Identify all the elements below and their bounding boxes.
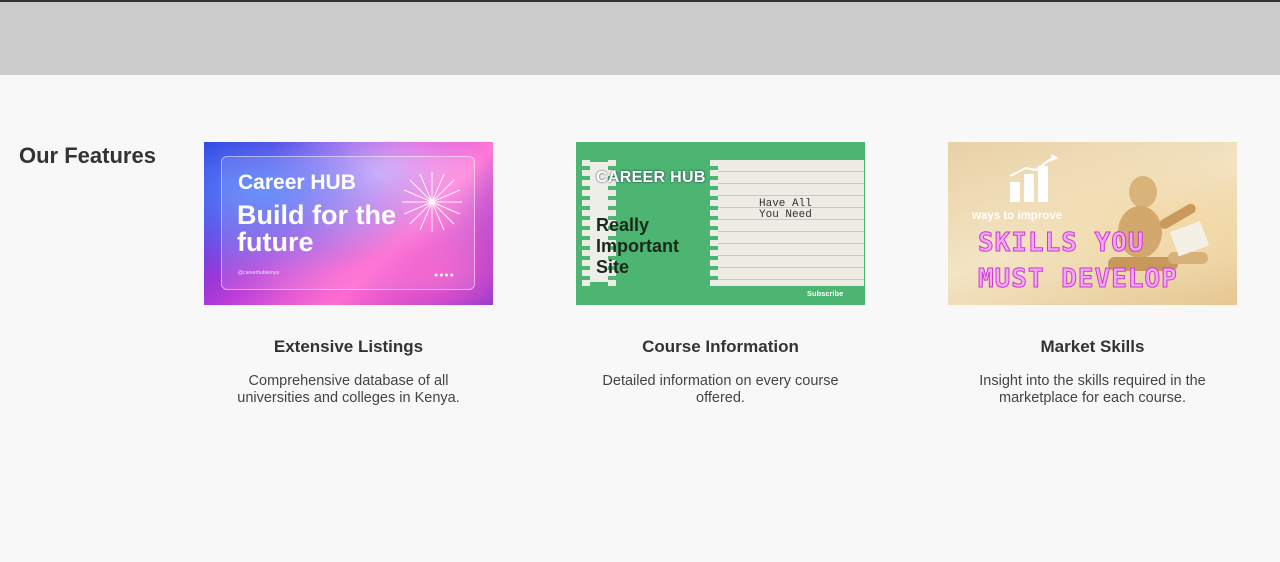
feature-card-extensive-listings: Career HUB Build for the future @careerh… — [204, 142, 493, 407]
feature-title: Course Information — [642, 337, 799, 356]
image-heading: Career HUB — [238, 171, 356, 194]
feature-image-career-hub-notes: CAREER HUB Really Important Site Have Al… — [576, 142, 865, 305]
image-heading: CAREER HUB — [596, 169, 706, 186]
feature-card-course-information: CAREER HUB Really Important Site Have Al… — [576, 142, 865, 407]
image-tagline: SKILLS YOU MUST DEVELOP — [978, 228, 1178, 295]
feature-description: Comprehensive database of all universiti… — [237, 373, 460, 406]
feature-image-career-hub: Career HUB Build for the future @careerh… — [204, 142, 493, 305]
image-heading: ways to improve — [972, 210, 1063, 222]
feature-title: Market Skills — [1040, 337, 1145, 356]
image-tagline: Really Important Site — [596, 215, 679, 277]
feature-title: Extensive Listings — [273, 337, 424, 356]
bar-chart-icon — [1009, 154, 1058, 202]
image-tagline: Build for the future — [237, 200, 396, 257]
image-dots: ●●●● — [434, 272, 455, 279]
torn-edge-left — [582, 160, 590, 286]
feature-image-skills: ways to improve SKILLS YOU MUST DEVELOP — [948, 142, 1237, 305]
header-bar — [0, 0, 1280, 75]
feature-description: Detailed information on every course off… — [602, 373, 839, 406]
feature-card-market-skills: ways to improve SKILLS YOU MUST DEVELOP … — [948, 142, 1237, 407]
image-subscribe: Subscribe — [807, 289, 844, 298]
lined-paper — [714, 160, 864, 286]
section-title: Our Features — [19, 143, 156, 168]
image-note: Have All You Need — [759, 198, 812, 221]
image-handle: @careerhubkenya — [238, 270, 279, 276]
feature-description: Insight into the skills required in the … — [979, 373, 1206, 406]
